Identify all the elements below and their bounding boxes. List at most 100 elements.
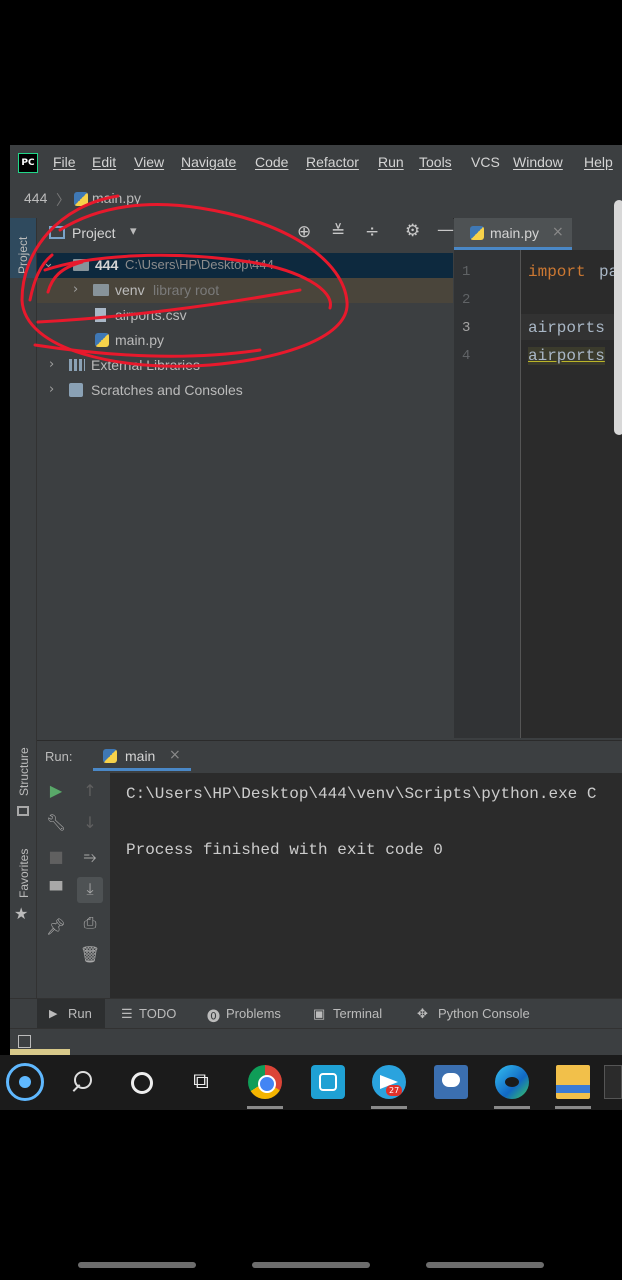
wrench-icon[interactable]: 🔧︎: [43, 813, 69, 832]
edge-icon[interactable]: [495, 1065, 529, 1099]
gear-icon[interactable]: ⚙: [405, 221, 420, 241]
csv-file-name: airports.csv: [115, 307, 187, 323]
expand-all-icon[interactable]: ≚: [331, 222, 345, 242]
project-panel-title[interactable]: Project: [72, 225, 116, 241]
code-line-4: airports: [528, 347, 605, 365]
locate-file-icon[interactable]: ⊕: [297, 222, 311, 242]
python-file-icon: [470, 226, 484, 240]
minimize-icon[interactable]: —: [437, 220, 454, 240]
pin-icon[interactable]: 📌︎: [43, 917, 69, 936]
scroll-to-end-icon: ⤓: [86, 879, 94, 898]
folder-icon: [93, 284, 109, 296]
favorites-tool-label[interactable]: Favorites: [17, 849, 31, 898]
editor-tab-label: main.py: [490, 225, 540, 241]
pycharm-taskbar-icon[interactable]: [604, 1065, 622, 1099]
chevron-right-icon[interactable]: ›: [49, 382, 54, 397]
scratches-label: Scratches and Consoles: [91, 382, 243, 398]
root-folder-name: 444: [95, 257, 119, 273]
task-view-icon[interactable]: ⧉: [184, 1065, 218, 1099]
camera-app-icon[interactable]: [311, 1065, 345, 1099]
tree-row-csv[interactable]: airports.csv: [37, 303, 453, 328]
file-explorer-icon[interactable]: [556, 1065, 590, 1099]
layout-icon[interactable]: ▀: [43, 881, 69, 900]
console-exit-message: Process finished with exit code 0: [126, 841, 443, 859]
close-icon[interactable]: ×: [552, 224, 564, 240]
layout-toggle-icon[interactable]: [18, 1035, 31, 1048]
arrow-up-icon[interactable]: ↑: [77, 781, 103, 800]
breadcrumb-file[interactable]: main.py: [92, 190, 141, 206]
telegram-icon[interactable]: 27: [372, 1065, 406, 1099]
nav-home-pill[interactable]: [252, 1262, 370, 1268]
status-bar: [10, 1028, 622, 1055]
editor-tab-main[interactable]: main.py ×: [454, 218, 572, 250]
code-keyword-import: import: [528, 263, 586, 281]
cortana-icon[interactable]: [124, 1065, 158, 1099]
telegram-badge: 27: [386, 1085, 403, 1096]
run-tool-tab[interactable]: ▶ Run: [37, 999, 105, 1029]
problems-icon: ⓿: [207, 1009, 221, 1024]
stop-icon[interactable]: ■: [43, 847, 69, 866]
python-icon: [103, 749, 117, 763]
chevron-down-icon[interactable]: ▾: [130, 224, 137, 239]
chrome-icon[interactable]: [248, 1065, 282, 1099]
arrow-down-icon[interactable]: ↓: [77, 813, 103, 832]
run-label: Run:: [45, 749, 73, 764]
soft-wrap-icon[interactable]: ⥱: [77, 847, 103, 867]
breadcrumb-project[interactable]: 444: [24, 190, 47, 206]
menu-tools[interactable]: Tools: [419, 154, 452, 170]
search-icon[interactable]: [68, 1065, 102, 1099]
chevron-right-icon[interactable]: ›: [49, 357, 54, 372]
play-icon: ▶: [49, 1008, 58, 1020]
scroll-to-end-button[interactable]: ⤓: [77, 877, 103, 903]
run-panel: Run: main × ▶ ↑ 🔧︎ ↓ ■ ⥱ ⤓ ▀ ⎙ 📌︎ 🗑︎ C:\…: [37, 740, 622, 999]
python-file-icon: [95, 333, 109, 347]
menu-run[interactable]: Run: [378, 154, 404, 170]
start-biohazard-icon[interactable]: [6, 1063, 44, 1101]
run-console[interactable]: C:\Users\HP\Desktop\444\venv\Scripts\pyt…: [110, 773, 622, 999]
tool-window-bar: ▶ Run ☰ TODO ⓿ Problems ▣ Terminal ✥ Pyt…: [10, 998, 622, 1029]
menu-vcs[interactable]: VCS: [471, 154, 500, 170]
collapse-all-icon[interactable]: ÷: [365, 222, 379, 242]
tree-row-venv[interactable]: › venv library root: [37, 278, 453, 303]
tree-row-main[interactable]: main.py: [37, 328, 453, 353]
messenger-app-icon[interactable]: [434, 1065, 468, 1099]
chevron-down-icon[interactable]: ⌄: [43, 256, 54, 271]
breadcrumb-separator: 〉: [56, 192, 70, 208]
menu-code[interactable]: Code: [255, 154, 288, 170]
run-tab-main[interactable]: main ×: [93, 741, 191, 771]
trash-icon[interactable]: 🗑︎: [77, 945, 103, 964]
python-console-tool-label[interactable]: Python Console: [438, 1006, 530, 1021]
editor-scrollbar[interactable]: [614, 200, 622, 435]
nav-recent-pill[interactable]: [78, 1262, 196, 1268]
todo-tool-label[interactable]: TODO: [139, 1006, 176, 1021]
active-app-indicator: [247, 1106, 283, 1109]
tree-row-external-libraries[interactable]: › External Libraries: [37, 353, 453, 378]
windows-taskbar: ⧉ 27: [0, 1055, 622, 1110]
terminal-icon: ▣: [313, 1006, 326, 1021]
menu-navigate[interactable]: Navigate: [181, 154, 236, 170]
problems-tool-label[interactable]: Problems: [226, 1006, 281, 1021]
project-tool-tab[interactable]: Project: [10, 218, 36, 278]
terminal-tool-label[interactable]: Terminal: [333, 1006, 382, 1021]
project-tool-label: Project: [16, 236, 30, 274]
code-editor[interactable]: main.py × 1 2 3 4 import pa airports air…: [454, 218, 622, 738]
menu-window[interactable]: Window: [513, 154, 563, 170]
tree-row-scratches[interactable]: › Scratches and Consoles: [37, 378, 453, 403]
menu-view[interactable]: View: [134, 154, 164, 170]
line-number: 2: [462, 292, 471, 308]
menu-edit[interactable]: Edit: [92, 154, 116, 170]
menu-help[interactable]: Help: [584, 154, 613, 170]
pycharm-logo-icon: PC: [18, 153, 38, 173]
chevron-right-icon[interactable]: ›: [73, 282, 78, 297]
menu-file[interactable]: File: [53, 154, 76, 170]
menu-refactor[interactable]: Refactor: [306, 154, 359, 170]
project-panel: Project ▾ ⊕ ≚ ÷ ⚙ — ⌄ 444 C:\Users\HP\De…: [37, 218, 454, 738]
structure-tool-label[interactable]: Structure: [17, 747, 31, 796]
print-icon[interactable]: ⎙: [77, 913, 103, 933]
nav-back-pill[interactable]: [426, 1262, 544, 1268]
rerun-icon[interactable]: ▶: [43, 781, 69, 800]
close-icon[interactable]: ×: [169, 747, 181, 763]
run-tool-label: Run: [68, 1006, 92, 1021]
favorites-star-icon: ★: [14, 904, 29, 923]
tree-row-root[interactable]: ⌄ 444 C:\Users\HP\Desktop\444: [37, 253, 453, 278]
